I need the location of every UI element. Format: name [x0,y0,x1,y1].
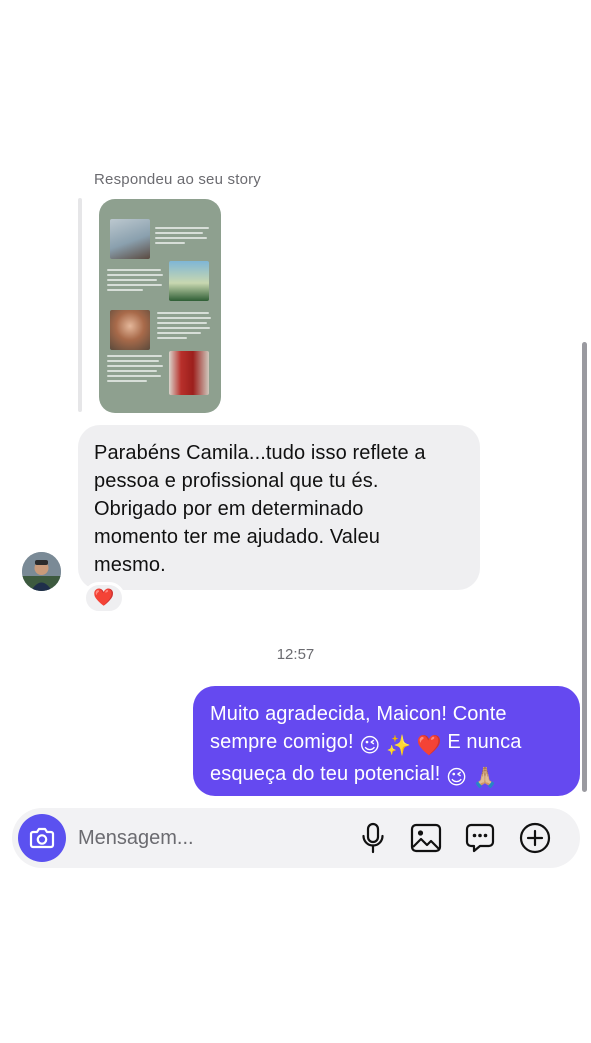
outgoing-line-1: Muito agradecida, Maicon! Conte [210,703,507,725]
message-timestamp: 12:57 [276,646,315,663]
heart-emoji: ❤️ [416,735,442,757]
sparkles-emoji: ✨ [385,735,411,757]
more-options-button[interactable] [517,820,553,856]
scrollbar[interactable] [582,342,587,792]
outgoing-line-3: esqueça do teu potencial! [210,763,447,785]
story-thumbnail[interactable] [99,199,221,413]
sticker-button[interactable] [462,820,498,856]
outgoing-line-2b: E nunca [441,731,522,753]
story-text-block [107,355,163,382]
outgoing-line-2a: sempre comigo! [210,731,360,753]
wink-emoji: 😉 [446,767,468,789]
incoming-message-text: Parabéns Camila...tudo isso reflete a pe… [94,442,426,576]
message-input[interactable] [78,824,338,852]
outgoing-message-bubble[interactable]: Muito agradecida, Maicon! Conte sempre c… [193,686,580,796]
message-composer [12,808,580,868]
avatar-photo [22,552,61,591]
microphone-button[interactable] [355,820,391,856]
wink-emoji: 😉 [359,735,381,757]
story-reply-caption: Respondeu ao seu story [94,171,262,188]
reply-quote-bar [78,198,82,412]
story-text-block [107,269,163,291]
story-text-block [155,227,209,244]
story-photo-phone-booth [169,351,209,395]
microphone-icon [362,822,384,854]
gallery-icon [410,823,442,853]
avatar[interactable] [22,552,61,591]
outgoing-message-text: Muito agradecida, Maicon! Conte sempre c… [210,700,564,792]
story-photo-portrait [110,310,150,350]
story-text-block [157,312,211,339]
incoming-message-bubble[interactable]: Parabéns Camila...tudo isso reflete a pe… [78,425,480,590]
gallery-button[interactable] [408,820,444,856]
camera-button[interactable] [18,814,66,862]
story-photo-coffee [110,219,150,259]
camera-icon [29,827,55,849]
story-photo-beach [169,261,209,301]
praying-hands-emoji: 🙏🏼 [472,767,498,789]
sticker-icon [465,823,495,853]
plus-icon [519,822,551,854]
heart-reaction[interactable]: ❤️ [83,582,125,614]
